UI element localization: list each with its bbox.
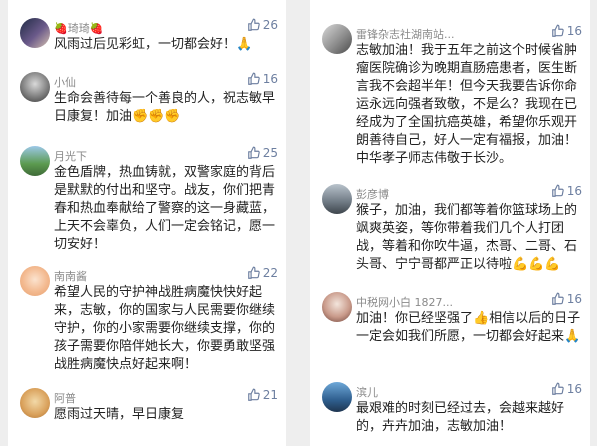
like-count: 16 xyxy=(566,382,582,396)
like-count: 16 xyxy=(566,184,582,198)
avatar[interactable] xyxy=(20,266,50,296)
avatar[interactable] xyxy=(20,18,50,48)
like-button[interactable]: 25 xyxy=(247,146,278,160)
comment-text: 希望人民的守护神战胜病魔快快好起来，志敏，你的国家与人民需要你继续守护，你的小家… xyxy=(54,285,276,372)
commenter-name[interactable]: 滨儿 xyxy=(356,384,378,400)
like-count: 25 xyxy=(262,146,278,160)
commenter-name[interactable]: 雷锋杂志社湖南站... xyxy=(356,26,455,42)
like-count: 16 xyxy=(566,292,582,306)
like-count: 26 xyxy=(262,18,278,32)
avatar[interactable] xyxy=(20,72,50,102)
thumbs-up-icon xyxy=(247,388,260,401)
like-button[interactable]: 16 xyxy=(551,382,582,396)
commenter-name[interactable]: 小仙 xyxy=(54,74,76,90)
comment-text: 金色盾牌，热血铸就，双警家庭的背后是默默的付出和坚守。战友，你们把青春和热血奉献… xyxy=(54,165,276,252)
commenter-name[interactable]: 彭彦博 xyxy=(356,186,389,202)
avatar[interactable] xyxy=(20,388,50,418)
commenter-name[interactable]: 南南酱 xyxy=(54,268,87,284)
like-button[interactable]: 16 xyxy=(551,24,582,38)
comment-text: 志敏加油！我于五年之前这个时候省肿瘤医院确诊为晚期直肠癌患者，医生断言我不会超半… xyxy=(356,43,578,166)
comment-text: 风雨过后见彩虹，一切都会好！🙏 xyxy=(54,37,253,52)
commenter-name[interactable]: 阿普 xyxy=(54,390,76,406)
thumbs-up-icon xyxy=(551,24,564,37)
like-count: 16 xyxy=(262,72,278,86)
like-button[interactable]: 16 xyxy=(551,184,582,198)
like-count: 22 xyxy=(262,266,278,280)
like-button[interactable]: 16 xyxy=(247,72,278,86)
avatar[interactable] xyxy=(322,184,352,214)
thumbs-up-icon xyxy=(551,292,564,305)
thumbs-up-icon xyxy=(247,72,260,85)
comment-column-left: 🍓琦琦🍓 26 风雨过后见彩虹，一切都会好！🙏 小仙 16 生命会善待每一个善良… xyxy=(8,0,286,446)
like-button[interactable]: 26 xyxy=(247,18,278,32)
commenter-name[interactable]: 中税网小白 1827... xyxy=(356,294,453,310)
thumbs-up-icon xyxy=(551,184,564,197)
commenter-name[interactable]: 🍓琦琦🍓 xyxy=(54,20,103,36)
thumbs-up-icon xyxy=(247,18,260,31)
comment-text: 生命会善待每一个善良的人，祝志敏早日康复！加油✊✊✊ xyxy=(54,91,276,124)
like-button[interactable]: 22 xyxy=(247,266,278,280)
comment-text: 愿雨过天晴，早日康复 xyxy=(54,407,185,422)
avatar[interactable] xyxy=(322,382,352,412)
like-count: 16 xyxy=(566,24,582,38)
like-button[interactable]: 16 xyxy=(551,292,582,306)
comment-column-right: 雷锋杂志社湖南站... 16 志敏加油！我于五年之前这个时候省肿瘤医院确诊为晚期… xyxy=(310,0,590,446)
like-count: 21 xyxy=(262,388,278,402)
comment-text: 猴子，加油，我们都等着你篮球场上的飒爽英姿，等你带着我们几个人打团战，等着和你吹… xyxy=(356,203,578,272)
commenter-name[interactable]: 月光下 xyxy=(54,148,87,164)
comment-text: 最艰难的时刻已经过去，会越来越好的，卉卉加油，志敏加油！ xyxy=(356,401,565,434)
avatar[interactable] xyxy=(20,146,50,176)
comment-text: 加油！你已经坚强了👍相信以后的日子一定会如我们所愿，一切都会好起来🙏 xyxy=(356,311,581,344)
like-button[interactable]: 21 xyxy=(247,388,278,402)
avatar[interactable] xyxy=(322,24,352,54)
thumbs-up-icon xyxy=(551,382,564,395)
thumbs-up-icon xyxy=(247,266,260,279)
thumbs-up-icon xyxy=(247,146,260,159)
avatar[interactable] xyxy=(322,292,352,322)
